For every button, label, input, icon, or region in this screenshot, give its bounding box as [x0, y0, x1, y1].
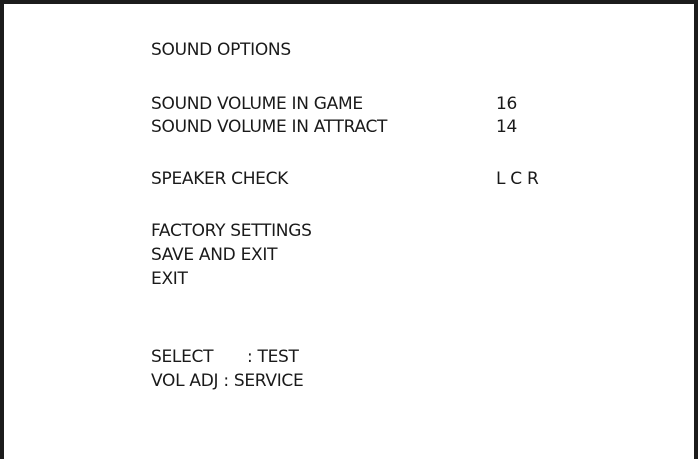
control-hint-select-key: SELECT: [151, 347, 214, 367]
menu-item-exit[interactable]: EXIT: [151, 269, 188, 289]
control-hint-select-action: : TEST: [247, 347, 299, 367]
control-hint-vol-adj-action: : SERVICE: [218, 371, 303, 391]
sound-options-screen: SOUND OPTIONS SOUND VOLUME IN GAME 16 SO…: [0, 0, 698, 459]
menu-item-save-and-exit[interactable]: SAVE AND EXIT: [151, 245, 277, 265]
speaker-check-channels[interactable]: L C R: [496, 169, 539, 189]
control-hint-vol-adj-action-text: : SERVICE: [223, 371, 304, 391]
menu-item-sound-volume-in-game[interactable]: SOUND VOLUME IN GAME: [151, 94, 363, 114]
control-hint-vol-adj: VOL ADJ : SERVICE: [151, 371, 304, 391]
sound-volume-in-attract-value[interactable]: 14: [496, 117, 517, 137]
page-title: SOUND OPTIONS: [151, 40, 291, 60]
control-hint-select: SELECT : TEST: [151, 347, 299, 367]
control-hint-vol-adj-key: VOL ADJ: [151, 371, 219, 391]
menu-item-factory-settings[interactable]: FACTORY SETTINGS: [151, 221, 312, 241]
sound-volume-in-game-value[interactable]: 16: [496, 94, 517, 114]
menu-item-sound-volume-in-attract[interactable]: SOUND VOLUME IN ATTRACT: [151, 117, 387, 137]
menu-item-speaker-check[interactable]: SPEAKER CHECK: [151, 169, 288, 189]
